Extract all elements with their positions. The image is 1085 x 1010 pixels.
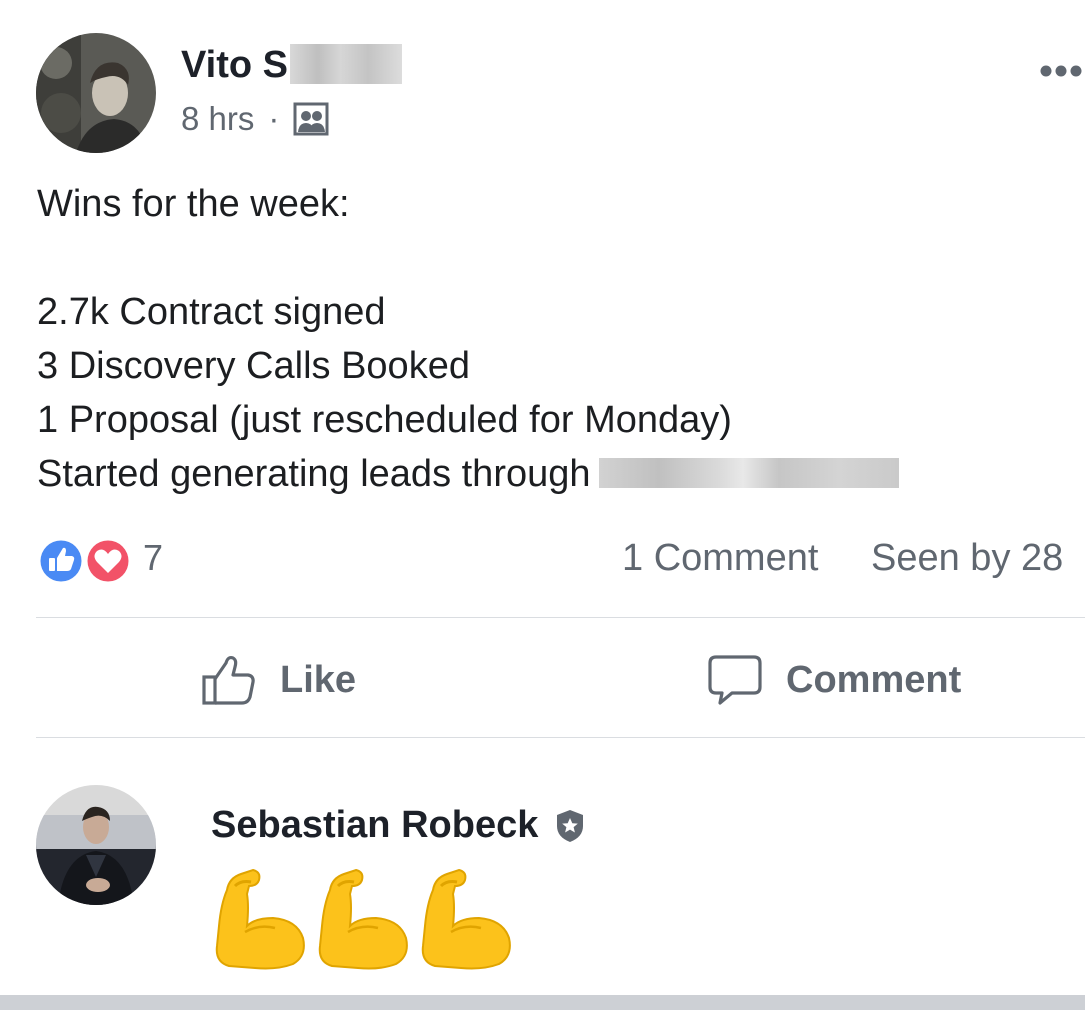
commenter-name-text: Sebastian Robeck <box>211 804 539 846</box>
feed-separator <box>0 995 1085 1010</box>
seen-by-count[interactable]: Seen by 28 <box>871 537 1063 580</box>
post-line: 1 Proposal (just rescheduled for Monday) <box>37 399 732 441</box>
like-button[interactable]: Like <box>200 645 356 715</box>
post-line: Wins for the week: <box>37 183 350 225</box>
post-line: 3 Discovery Calls Booked <box>37 345 470 387</box>
flexed-biceps-icon <box>215 868 305 970</box>
post-line-last: Started generating leads through <box>37 447 1077 501</box>
commenter-avatar[interactable] <box>36 785 156 905</box>
author-avatar[interactable] <box>36 33 156 153</box>
commenter-name[interactable]: Sebastian Robeck <box>211 804 586 847</box>
more-dots-icon[interactable] <box>1038 60 1085 82</box>
redacted-link <box>598 457 899 488</box>
author-name[interactable]: Vito S <box>181 43 402 87</box>
post-meta: 8 hrs · <box>181 100 329 138</box>
meta-separator: · <box>268 100 280 137</box>
reaction-count[interactable]: 7 <box>143 537 163 579</box>
post-line-text: Started generating leads through <box>37 453 591 495</box>
post-line: 2.7k Contract signed <box>37 291 386 333</box>
comment-bubble-icon <box>708 655 762 705</box>
admin-badge-icon <box>557 809 584 842</box>
love-reaction-icon <box>85 538 131 584</box>
post-timestamp[interactable]: 8 hrs <box>181 100 254 138</box>
redacted-surname <box>290 43 402 84</box>
divider <box>36 617 1085 618</box>
comment-label: Comment <box>786 658 962 701</box>
post-body: Wins for the week: 2.7k Contract signed … <box>37 177 1077 501</box>
comment-count[interactable]: 1 Comment <box>622 537 818 580</box>
group-audience-icon <box>293 102 329 136</box>
flexed-biceps-icon <box>318 868 408 970</box>
thumbs-up-icon <box>202 655 255 705</box>
comment-content <box>211 866 520 976</box>
like-reaction-icon <box>38 538 84 584</box>
flexed-biceps-icon <box>421 868 511 970</box>
reaction-icons[interactable] <box>36 536 136 586</box>
like-label: Like <box>280 658 357 701</box>
divider <box>36 737 1085 738</box>
comment-button[interactable]: Comment <box>706 645 961 715</box>
